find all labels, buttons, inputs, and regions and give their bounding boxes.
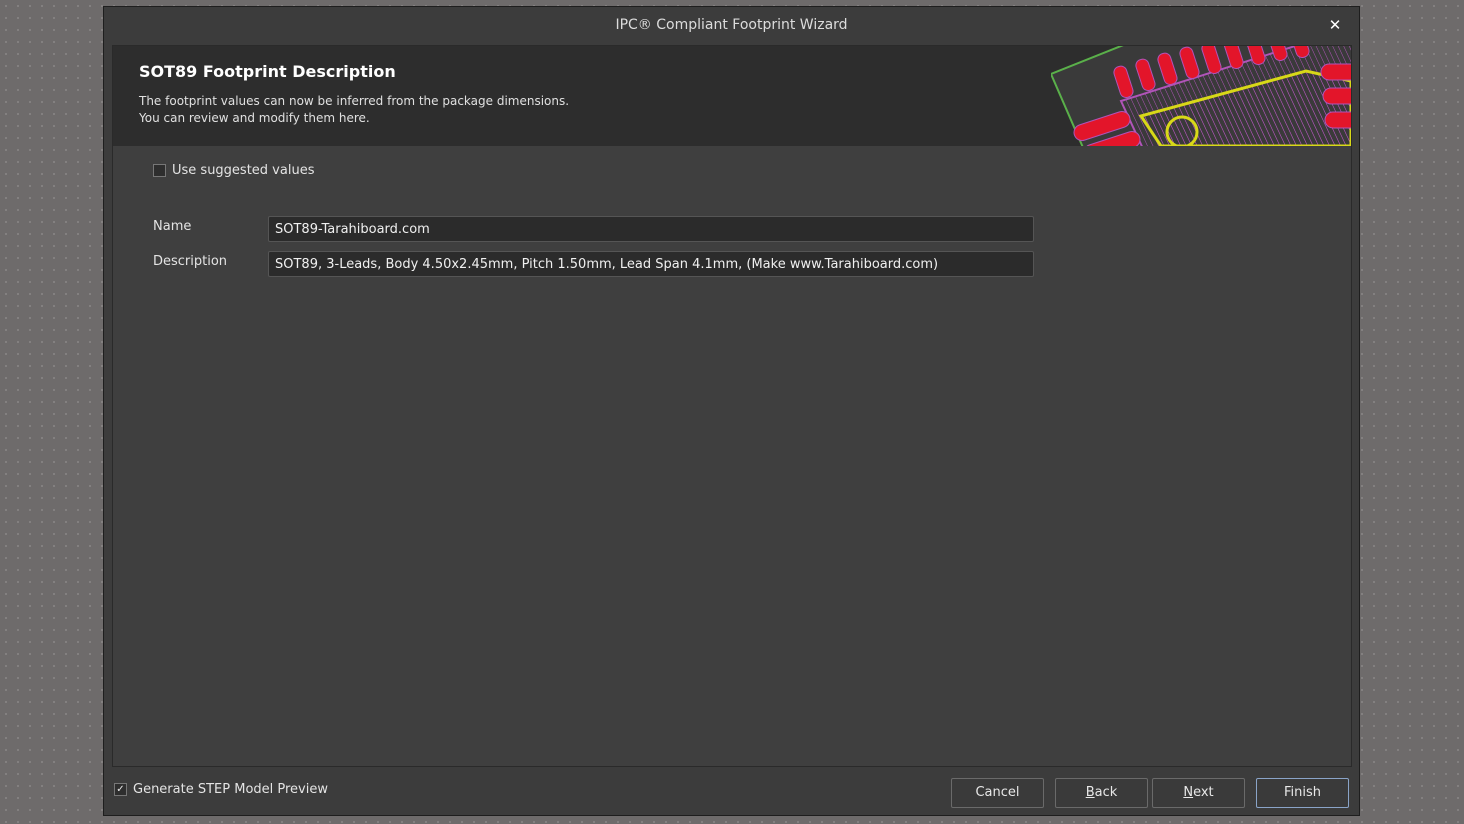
wizard-page: SOT89 Footprint Description The footprin… (112, 45, 1352, 767)
title-bar[interactable]: IPC® Compliant Footprint Wizard ✕ (104, 7, 1359, 45)
close-icon[interactable]: ✕ (1323, 13, 1347, 37)
next-button[interactable]: Next (1152, 778, 1245, 808)
generate-step-preview-checkbox[interactable]: ✓ Generate STEP Model Preview (114, 782, 328, 797)
back-button[interactable]: Back (1055, 778, 1148, 808)
page-description-line-2: You can review and modify them here. (139, 111, 370, 125)
next-mnemonic: N (1183, 785, 1194, 800)
pcb-footprint-image (1051, 46, 1351, 146)
next-button-label: ext (1193, 785, 1214, 800)
page-description-line-1: The footprint values can now be inferred… (139, 94, 570, 108)
window-title: IPC® Compliant Footprint Wizard (615, 17, 848, 33)
description-label: Description (153, 254, 228, 269)
use-suggested-values-label: Use suggested values (172, 163, 315, 178)
cancel-button[interactable]: Cancel (951, 778, 1044, 808)
finish-button-label: Finish (1283, 785, 1321, 800)
page-description: The footprint values can now be inferred… (139, 93, 569, 127)
generate-step-preview-label: Generate STEP Model Preview (133, 782, 328, 797)
name-label: Name (153, 219, 192, 234)
cancel-button-label: Cancel (975, 785, 1020, 800)
page-header: SOT89 Footprint Description The footprin… (113, 46, 1351, 146)
use-suggested-values-checkbox[interactable]: Use suggested values (153, 163, 314, 178)
finish-button[interactable]: Finish (1256, 778, 1349, 808)
description-input[interactable] (268, 251, 1034, 277)
checkbox-box[interactable] (153, 164, 166, 177)
name-input[interactable] (268, 216, 1034, 242)
check-icon[interactable]: ✓ (114, 783, 127, 796)
back-button-label: ack (1094, 785, 1118, 800)
page-title: SOT89 Footprint Description (139, 62, 396, 81)
back-mnemonic: B (1085, 785, 1095, 800)
wizard-dialog: IPC® Compliant Footprint Wizard ✕ SOT89 … (103, 6, 1360, 816)
